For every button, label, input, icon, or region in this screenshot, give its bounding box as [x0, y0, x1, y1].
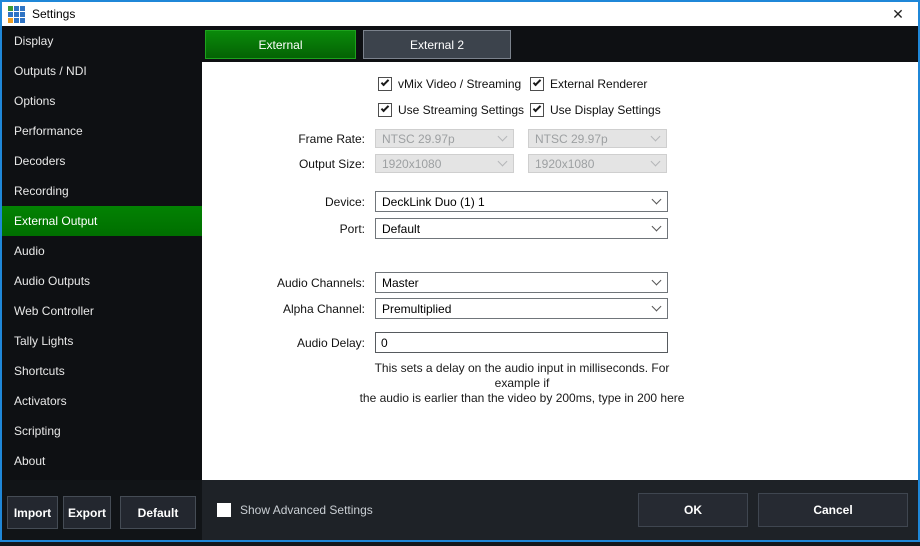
sidebar-item-scripting[interactable]: Scripting — [2, 416, 202, 446]
sidebar-footer: Import Export Default — [2, 480, 202, 540]
bottom-bar: Show Advanced Settings OK Cancel — [202, 480, 918, 540]
checkbox-box — [530, 77, 544, 91]
audio-channels-label: Audio Channels: — [202, 276, 365, 290]
help-line-2: the audio is earlier than the video by 2… — [352, 391, 692, 406]
cancel-button[interactable]: Cancel — [758, 493, 908, 527]
sidebar-item-external-output[interactable]: External Output — [2, 206, 202, 236]
use-display-settings-checkbox[interactable]: Use Display Settings — [530, 103, 661, 117]
port-value: Default — [382, 222, 420, 236]
sidebar-item-shortcuts[interactable]: Shortcuts — [2, 356, 202, 386]
audio-channels-value: Master — [382, 276, 419, 290]
port-label: Port: — [202, 222, 365, 236]
frame-rate-label: Frame Rate: — [202, 132, 365, 146]
audio-channels-select[interactable]: Master — [375, 272, 668, 293]
checkbox-box — [217, 503, 231, 517]
port-select[interactable]: Default — [375, 218, 668, 239]
frame-rate-select-1[interactable]: NTSC 29.97p — [375, 129, 514, 148]
alpha-channel-label: Alpha Channel: — [202, 302, 365, 316]
audio-delay-label: Audio Delay: — [202, 336, 365, 350]
frame-rate-value-2: NTSC 29.97p — [535, 132, 608, 146]
check-icon — [381, 104, 389, 112]
checkbox-box — [378, 103, 392, 117]
title-bar: Settings ✕ — [2, 2, 918, 26]
page-title: Settings — [32, 7, 75, 21]
vmix-video-streaming-label: vMix Video / Streaming — [398, 77, 521, 91]
sidebar-item-performance[interactable]: Performance — [2, 116, 202, 146]
chevron-down-icon — [652, 275, 662, 285]
chevron-down-icon — [652, 221, 662, 231]
device-value: DeckLink Duo (1) 1 — [382, 195, 485, 209]
tab-external-2[interactable]: External 2 — [363, 30, 511, 59]
device-label: Device: — [202, 195, 365, 209]
show-advanced-settings-label: Show Advanced Settings — [240, 503, 373, 517]
output-size-label: Output Size: — [202, 157, 365, 171]
default-button[interactable]: Default — [120, 496, 196, 529]
external-output-panel: vMix Video / Streaming External Renderer… — [202, 62, 918, 480]
output-size-select-1[interactable]: 1920x1080 — [375, 154, 514, 173]
close-icon: ✕ — [892, 6, 904, 23]
sidebar-item-web-controller[interactable]: Web Controller — [2, 296, 202, 326]
sidebar-item-tally-lights[interactable]: Tally Lights — [2, 326, 202, 356]
close-button[interactable]: ✕ — [878, 2, 918, 26]
vmix-logo-icon — [8, 6, 25, 23]
sidebar-item-activators[interactable]: Activators — [2, 386, 202, 416]
output-size-value-2: 1920x1080 — [535, 157, 594, 171]
alpha-channel-value: Premultiplied — [382, 302, 451, 316]
ok-button[interactable]: OK — [638, 493, 748, 527]
external-renderer-label: External Renderer — [550, 77, 647, 91]
sidebar-item-outputs-ndi[interactable]: Outputs / NDI — [2, 56, 202, 86]
use-streaming-settings-label: Use Streaming Settings — [398, 103, 524, 117]
sidebar-nav: Display Outputs / NDI Options Performanc… — [2, 26, 202, 480]
sidebar-item-audio[interactable]: Audio — [2, 236, 202, 266]
external-renderer-checkbox[interactable]: External Renderer — [530, 77, 647, 91]
output-size-select-2[interactable]: 1920x1080 — [528, 154, 667, 173]
frame-rate-value-1: NTSC 29.97p — [382, 132, 455, 146]
chevron-down-icon — [498, 131, 508, 141]
alpha-channel-select[interactable]: Premultiplied — [375, 298, 668, 319]
check-icon — [533, 78, 541, 86]
checkbox-box — [530, 103, 544, 117]
sidebar-item-display[interactable]: Display — [2, 26, 202, 56]
help-line-1: This sets a delay on the audio input in … — [352, 361, 692, 391]
output-size-value-1: 1920x1080 — [382, 157, 441, 171]
check-icon — [381, 78, 389, 86]
vmix-video-streaming-checkbox[interactable]: vMix Video / Streaming — [378, 77, 521, 91]
chevron-down-icon — [651, 156, 661, 166]
audio-delay-help-text: This sets a delay on the audio input in … — [352, 361, 692, 406]
sidebar-item-about[interactable]: About — [2, 446, 202, 476]
checkbox-box — [378, 77, 392, 91]
tab-bar: External External 2 — [202, 26, 918, 62]
sidebar-item-audio-outputs[interactable]: Audio Outputs — [2, 266, 202, 296]
import-button[interactable]: Import — [7, 496, 58, 529]
sidebar: Display Outputs / NDI Options Performanc… — [2, 26, 202, 540]
sidebar-item-recording[interactable]: Recording — [2, 176, 202, 206]
chevron-down-icon — [652, 301, 662, 311]
settings-window: Settings ✕ Display Outputs / NDI Options… — [0, 0, 920, 542]
chevron-down-icon — [652, 194, 662, 204]
check-icon — [533, 104, 541, 112]
tab-external[interactable]: External — [205, 30, 356, 59]
audio-delay-input[interactable] — [375, 332, 668, 353]
use-streaming-settings-checkbox[interactable]: Use Streaming Settings — [378, 103, 524, 117]
device-select[interactable]: DeckLink Duo (1) 1 — [375, 191, 668, 212]
sidebar-item-decoders[interactable]: Decoders — [2, 146, 202, 176]
use-display-settings-label: Use Display Settings — [550, 103, 661, 117]
frame-rate-select-2[interactable]: NTSC 29.97p — [528, 129, 667, 148]
chevron-down-icon — [651, 131, 661, 141]
sidebar-item-options[interactable]: Options — [2, 86, 202, 116]
show-advanced-settings-checkbox[interactable]: Show Advanced Settings — [217, 480, 373, 540]
chevron-down-icon — [498, 156, 508, 166]
export-button[interactable]: Export — [63, 496, 111, 529]
